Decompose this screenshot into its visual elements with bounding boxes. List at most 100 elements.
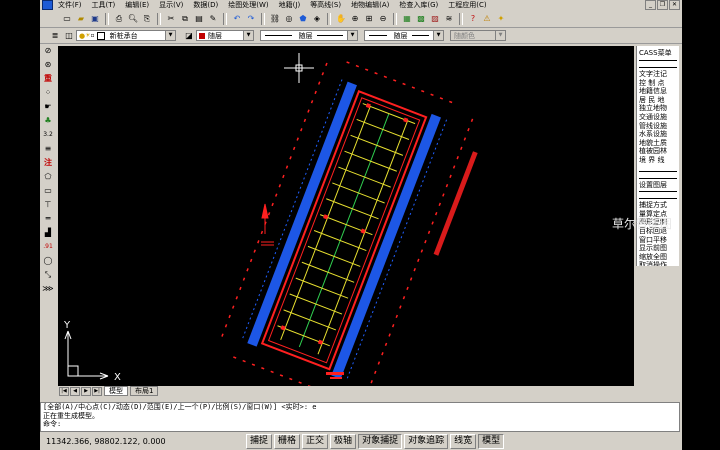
plant-icon[interactable]: ♣ [42,114,54,128]
menu-engineering[interactable]: 工程应用(C) [443,0,491,10]
match-prop-icon[interactable]: ✎ [207,13,219,25]
color-dropdown[interactable]: 随层 ▼ [196,30,254,41]
save-icon[interactable]: ▣ [89,13,101,25]
prev-tab-icon[interactable]: ◀ [70,386,80,396]
cass-item-cadastre[interactable]: 地籍信息 [637,87,679,96]
minimize-button[interactable]: _ [645,0,656,10]
hyperlink-icon[interactable]: ⛓ [269,13,281,25]
open-icon[interactable]: ▰ [75,13,87,25]
menu-edit[interactable]: 编辑(E) [120,0,154,10]
osnap-toggle[interactable]: 对象捕捉 [358,434,403,449]
snap-toggle[interactable]: 捕捉 [246,434,273,449]
osnap-icon[interactable]: ◎ [283,13,295,25]
more-icon[interactable]: ⋙ [42,282,54,296]
chevron-down-icon[interactable]: ▼ [347,31,357,40]
spot-height-icon[interactable]: 3.2 [42,128,54,142]
next-tab-icon[interactable]: ▶ [81,386,91,396]
ortho-toggle[interactable]: 正交 [302,434,329,449]
cass-item-independent[interactable]: 独立地物 [637,104,679,113]
boundary-icon[interactable]: ≡ [42,142,54,156]
cass-item-prev-view[interactable]: 显示前图 [637,244,679,253]
new-file-icon[interactable]: ▭ [61,13,73,25]
layer-manager-icon[interactable]: ≣ [49,30,61,42]
redo-icon[interactable]: ↷ [245,13,257,25]
close-button[interactable]: ✕ [669,0,680,10]
cass-item-zoom-all[interactable]: 缩放全图 [637,253,679,262]
chevron-down-icon[interactable]: ▼ [165,31,175,40]
elevation-icon[interactable]: .91 [42,240,54,254]
menu-view[interactable]: 显示(V) [154,0,188,10]
grid-toggle[interactable]: 栅格 [274,434,301,449]
zoom-previous-icon[interactable]: ⊖ [377,13,389,25]
lineweight-toggle[interactable]: 线宽 [450,434,477,449]
star-icon[interactable]: ✦ [495,13,507,25]
print-icon[interactable]: ⎙ [113,13,125,25]
zoom-window-icon[interactable]: ⊞ [363,13,375,25]
menu-file[interactable]: 文件(F) [53,0,87,10]
drawing-canvas[interactable]: Y X [58,46,634,386]
cass-item-traffic[interactable]: 交通设施 [637,113,679,122]
design-center-icon[interactable]: ▩ [415,13,427,25]
menu-feature-edit[interactable]: 地物编辑(A) [346,0,394,10]
tab-model[interactable]: 模型 [104,386,128,396]
menu-tools[interactable]: 工具(T) [87,0,121,10]
undo-icon[interactable]: ↶ [231,13,243,25]
cass-item-control[interactable]: 控 制 点 [637,79,679,88]
layer-previous-icon[interactable]: ◫ [63,30,75,42]
last-tab-icon[interactable]: ▶| [92,386,102,396]
command-prompt[interactable]: 命令: [41,420,679,429]
print-preview-icon[interactable]: 🔍︎ [127,13,139,25]
menu-check[interactable]: 检查入库(G) [394,0,443,10]
pick-icon[interactable]: ⊘ [42,44,54,58]
layer-dropdown[interactable]: ● ☀ ▫ 新桩承台 ▼ [76,30,176,41]
app-icon[interactable] [42,0,53,10]
tool-palette-icon[interactable]: ▨ [429,13,441,25]
measure-icon[interactable]: ⤡ [42,268,54,282]
cass-item-text[interactable]: 文字注记 [637,70,679,79]
make-current-icon[interactable]: ◪ [183,30,195,42]
polygon-icon[interactable]: ⬠ [42,170,54,184]
menu-contour[interactable]: 等高线(S) [305,0,346,10]
zoom-realtime-icon[interactable]: ⊕ [349,13,361,25]
copy-icon[interactable]: ⧉ [179,13,191,25]
menu-cadastre[interactable]: 地籍(J) [274,0,306,10]
chevron-down-icon[interactable]: ▼ [243,31,253,40]
menu-data[interactable]: 数据(D) [188,0,223,10]
polar-toggle[interactable]: 极轴 [330,434,357,449]
lineweight-dropdown[interactable]: 随层 ▼ [364,30,444,41]
cass-item-pipeline[interactable]: 管线设施 [637,122,679,131]
first-tab-icon[interactable]: |◀ [59,386,69,396]
tracking-icon[interactable]: ◈ [311,13,323,25]
filter-icon[interactable]: ⊛ [42,58,54,72]
cass-item-pan[interactable]: 窗口平移 [637,236,679,245]
properties-icon[interactable]: ▦ [401,13,413,25]
warn-icon[interactable]: ⚠ [481,13,493,25]
cass-item-vegetation[interactable]: 植被园林 [637,147,679,156]
cass-item-water[interactable]: 水系设施 [637,130,679,139]
ucs-icon[interactable]: ⬟ [297,13,309,25]
annotate-icon[interactable]: 注 [42,156,54,170]
publish-icon[interactable]: ⎘ [141,13,153,25]
help-icon[interactable]: ? [467,13,479,25]
line-icon[interactable]: ═ [42,212,54,226]
layer-icon[interactable]: ≋ [443,13,455,25]
paste-icon[interactable]: ▤ [193,13,205,25]
restore-button[interactable]: ❐ [657,0,668,10]
weight-icon[interactable]: 重 [42,72,54,86]
otrack-toggle[interactable]: 对象追踪 [404,434,449,449]
menu-draw[interactable]: 绘图处理(W) [223,0,273,10]
hand-icon[interactable]: ☛ [42,100,54,114]
cass-item-boundary[interactable]: 境 界 线 [637,156,679,165]
linetype-dropdown[interactable]: 随层 ▼ [260,30,358,41]
nodes-icon[interactable]: ⁘ [42,86,54,100]
model-toggle[interactable]: 模型 [478,434,505,449]
circle-icon[interactable]: ◯ [42,254,54,268]
text-edit-icon[interactable]: ⊤ [42,198,54,212]
cut-icon[interactable]: ✂ [165,13,177,25]
rect-icon[interactable]: ▭ [42,184,54,198]
pan-icon[interactable]: ✋ [335,13,347,25]
stairs-icon[interactable]: ▟ [42,226,54,240]
chevron-down-icon[interactable]: ▼ [433,31,443,40]
tab-layout1[interactable]: 布局1 [130,386,159,396]
cass-item-set-layer[interactable]: 设置图层 [637,181,679,190]
